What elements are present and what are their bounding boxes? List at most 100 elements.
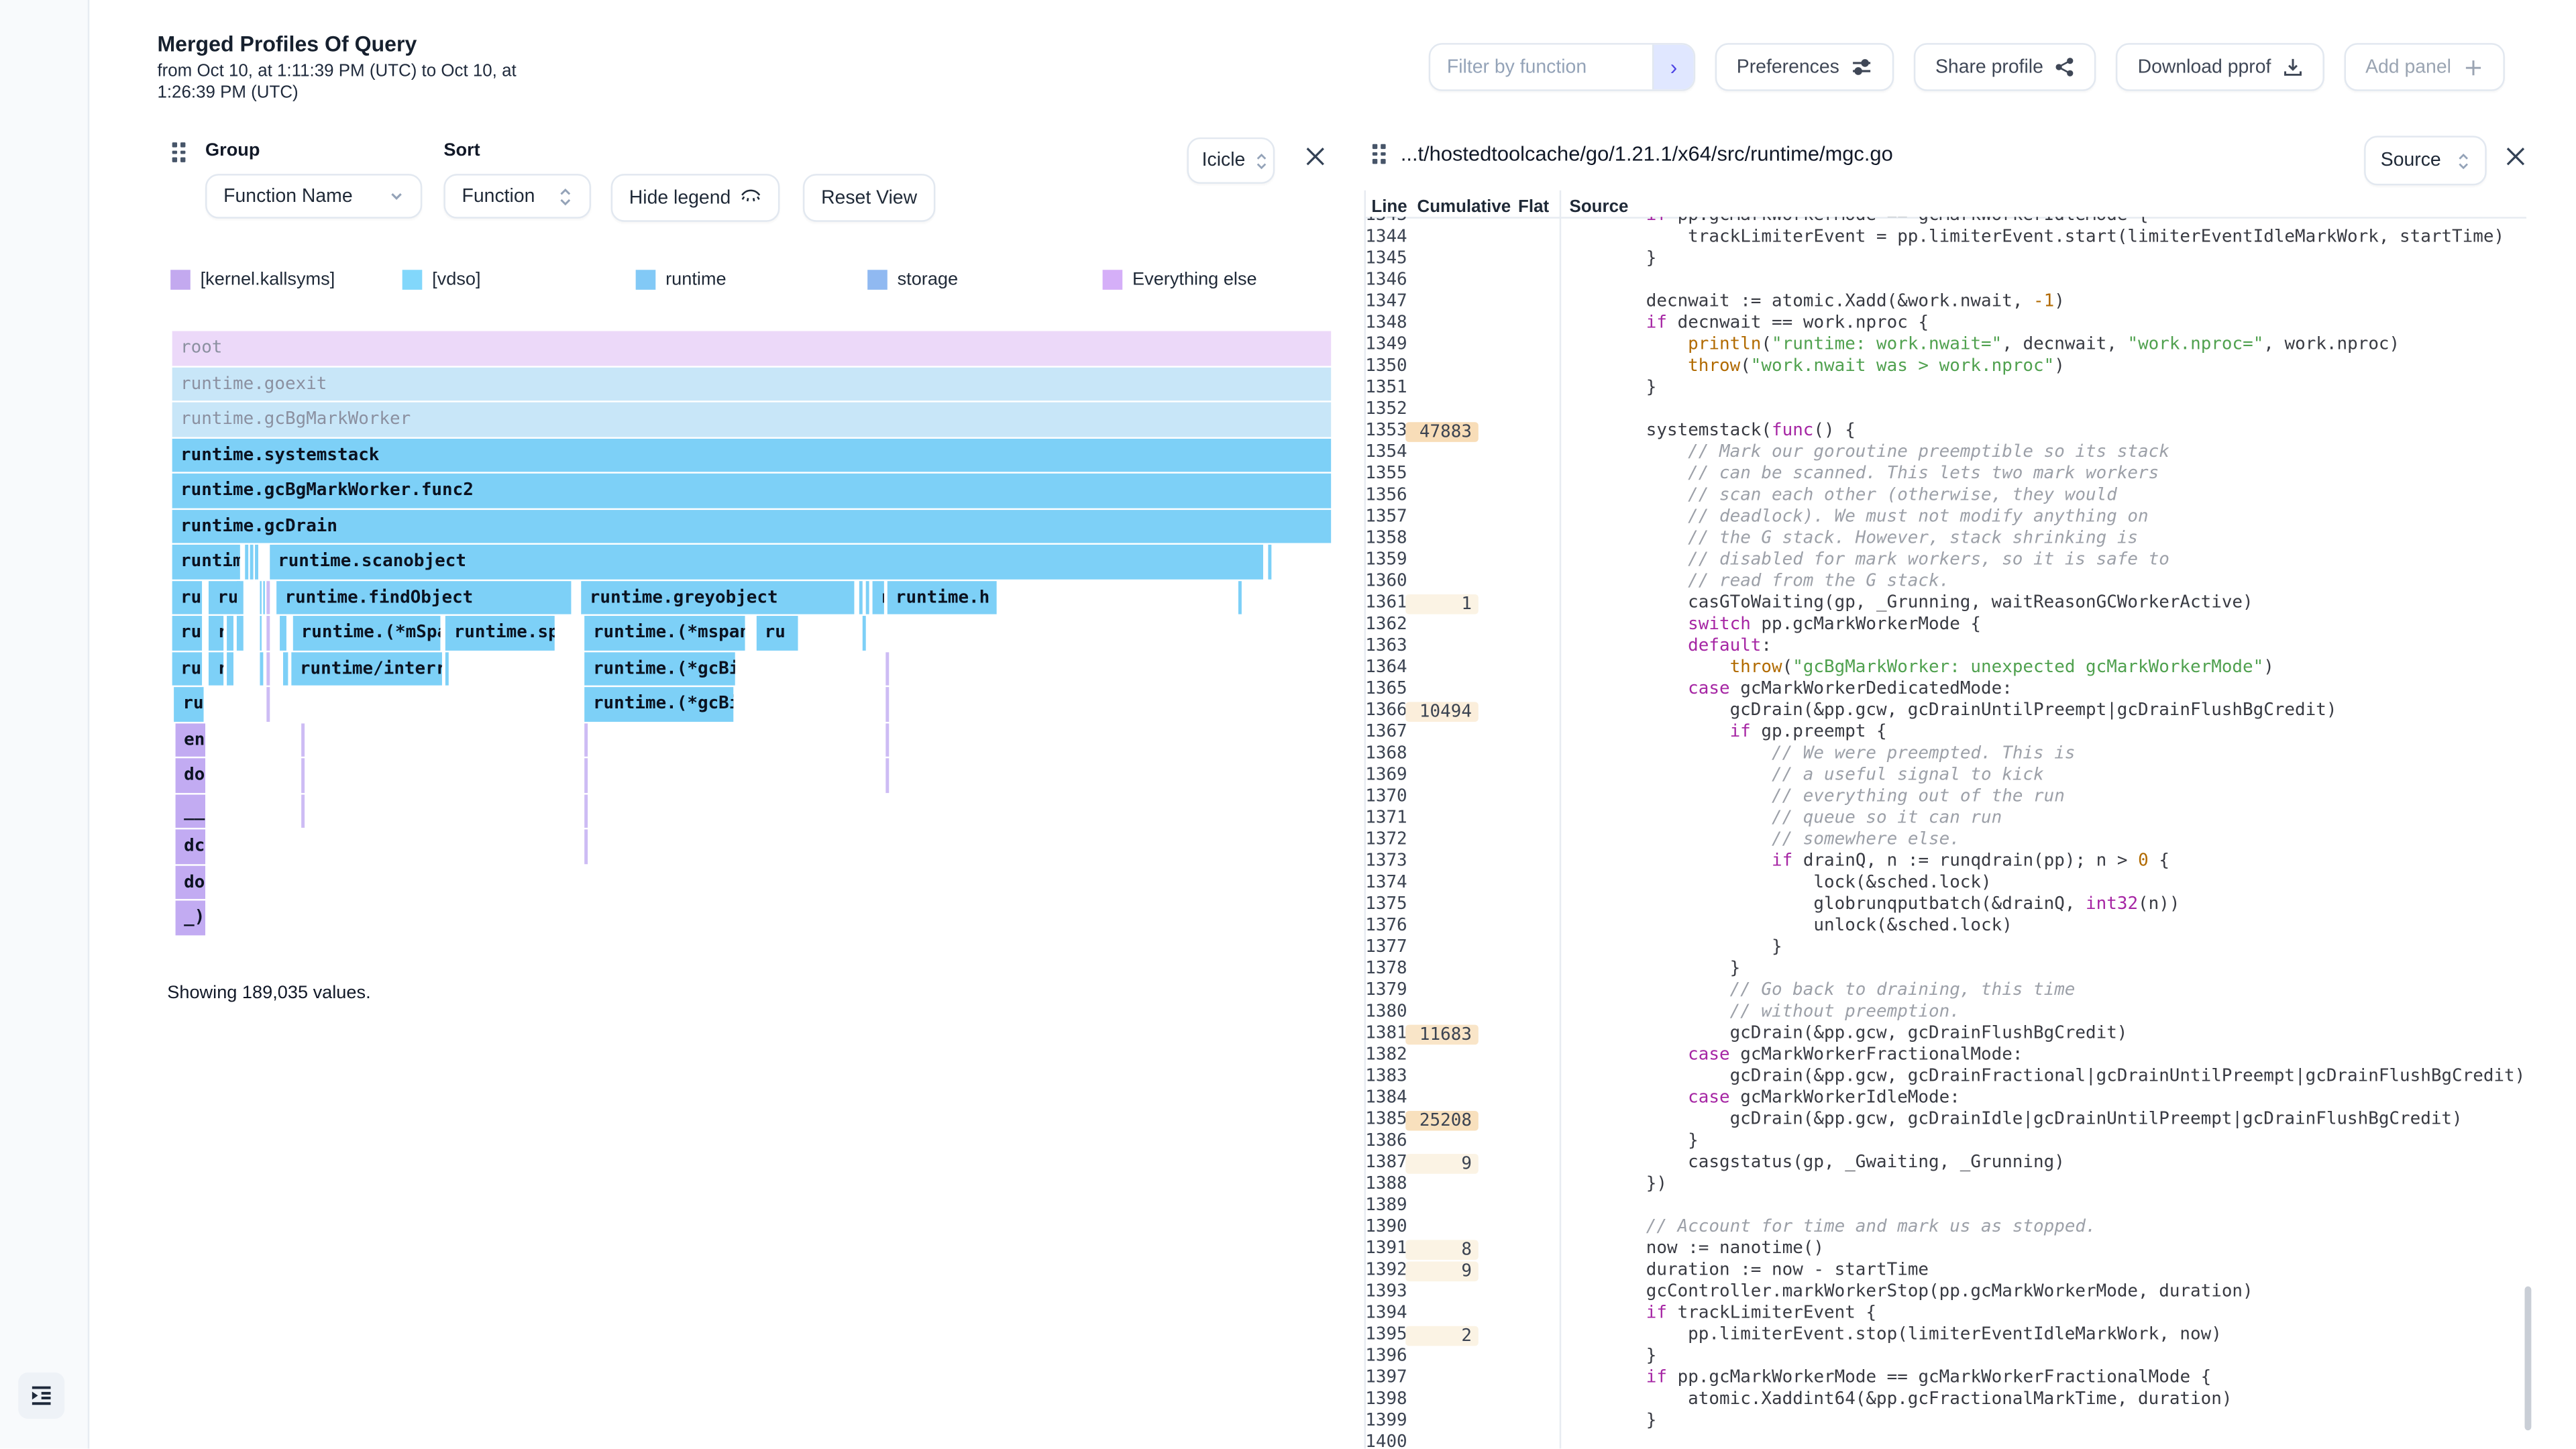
flame-segment[interactable]	[245, 545, 248, 579]
share-profile-button[interactable]: Share profile	[1914, 43, 2096, 91]
flame-segment[interactable]	[280, 616, 286, 650]
legend-item[interactable]: [kernel.kallsyms]	[170, 270, 335, 290]
flame-segment[interactable]	[886, 651, 890, 686]
flame-segment[interactable]: dc	[176, 829, 205, 863]
legend-item[interactable]: runtime	[636, 270, 727, 290]
code-text: unlock(&sched.lock)	[1604, 916, 2012, 937]
add-panel-button[interactable]: Add panel	[2344, 43, 2504, 91]
flame-segment[interactable]: ru	[756, 616, 798, 650]
flame-segment[interactable]	[266, 651, 270, 686]
flame-segment[interactable]	[1267, 545, 1272, 579]
code-line: 1363 default:	[1364, 636, 2533, 657]
panel-drag-handle[interactable]	[172, 142, 186, 162]
flame-segment[interactable]	[282, 651, 288, 686]
flame-segment[interactable]: do	[176, 758, 205, 792]
flame-segment[interactable]	[256, 545, 259, 579]
legend-item[interactable]: [vdso]	[402, 270, 481, 290]
flame-segment[interactable]: runtime.scanobject	[270, 545, 1264, 579]
flame-segment[interactable]	[302, 794, 305, 828]
flame-segment[interactable]: runtime.gcDrain	[172, 509, 1332, 543]
flame-segment[interactable]	[262, 580, 264, 614]
flame-segment[interactable]	[585, 758, 587, 792]
flame-segment[interactable]	[585, 829, 587, 863]
code-line: 1388 })	[1364, 1174, 2533, 1195]
code-text: // Mark our goroutine preemptible so its…	[1604, 442, 2169, 464]
legend-item[interactable]: Everything else	[1103, 270, 1257, 290]
flame-segment[interactable]: r	[209, 651, 223, 686]
flame-segment[interactable]	[585, 794, 587, 828]
flame-segment[interactable]: en	[176, 722, 205, 757]
flame-segment[interactable]	[266, 616, 270, 650]
flame-segment[interactable]	[886, 722, 889, 757]
flame-segment[interactable]: __	[176, 794, 205, 828]
flame-segment[interactable]	[886, 758, 889, 792]
flame-segment[interactable]: runtime/interr	[292, 651, 443, 686]
view-mode-select[interactable]: Source	[2364, 136, 2487, 185]
flame-segment[interactable]	[259, 580, 261, 614]
flame-segment[interactable]: run	[172, 616, 201, 650]
line-number: 1383	[1364, 1066, 1407, 1087]
flame-segment[interactable]	[227, 616, 233, 650]
flame-segment[interactable]: root	[172, 331, 1332, 366]
flame-segment[interactable]	[266, 580, 270, 614]
flame-segment[interactable]: runtime.sp	[445, 616, 554, 650]
flame-segment[interactable]: runtime.goexit	[172, 367, 1332, 401]
sort-select[interactable]: Function	[443, 174, 591, 219]
flame-segment[interactable]	[250, 545, 253, 579]
flame-segment[interactable]	[227, 651, 233, 686]
flame-segment[interactable]	[267, 687, 270, 721]
flame-segment[interactable]: runtime.gcBgMarkWorker.func2	[172, 474, 1332, 508]
flame-segment[interactable]	[886, 687, 890, 721]
vertical-scrollbar-thumb[interactable]	[2525, 1287, 2531, 1431]
expand-sidebar-button[interactable]	[18, 1373, 64, 1419]
flame-segment[interactable]: ru	[209, 580, 241, 614]
download-pprof-button[interactable]: Download pprof	[2116, 43, 2324, 91]
close-panel-icon[interactable]	[1305, 146, 1328, 169]
flame-segment[interactable]	[1238, 580, 1242, 614]
preferences-button[interactable]: Preferences	[1715, 43, 1894, 91]
code-text: // queue so it can run	[1604, 808, 2002, 829]
hide-legend-button[interactable]: Hide legend	[611, 174, 781, 222]
flame-segment[interactable]: run	[172, 651, 201, 686]
flame-segment[interactable]: runtime.(*mspan	[585, 616, 745, 650]
flame-segment[interactable]: ru	[174, 687, 203, 721]
flame-segment[interactable]: do	[176, 865, 205, 899]
flame-segment[interactable]	[237, 580, 244, 614]
flame-segment[interactable]: _)	[176, 901, 205, 935]
flame-segment[interactable]: runtime.findObject	[276, 580, 571, 614]
flame-segment[interactable]	[866, 580, 869, 614]
reset-view-button[interactable]: Reset View	[803, 174, 935, 222]
flame-segment[interactable]: r	[872, 580, 885, 614]
graph-type-select[interactable]: Icicle	[1187, 138, 1275, 184]
code-text: case gcMarkWorkerIdleMode:	[1604, 1087, 1960, 1109]
code-line: 138525208 gcDrain(&pp.gcw, gcDrainIdle|g…	[1364, 1109, 2533, 1130]
flame-segment[interactable]: runtime.(*gcBit	[585, 651, 736, 686]
flame-segment[interactable]	[259, 616, 261, 650]
flame-segment[interactable]	[259, 651, 262, 686]
panel-drag-handle[interactable]	[1373, 144, 1386, 164]
filter-submit-button[interactable]: ›	[1652, 45, 1694, 90]
code-line: 1348 if decnwait == work.nproc {	[1364, 313, 2533, 334]
flame-segment[interactable]: r	[209, 616, 224, 650]
flame-segment[interactable]	[302, 722, 305, 757]
flame-segment[interactable]	[859, 580, 862, 614]
flame-segment[interactable]: runtime.gcBgMarkWorker	[172, 402, 1332, 437]
flame-segment[interactable]	[585, 722, 587, 757]
flame-segment[interactable]: runtime.greyobject	[581, 580, 855, 614]
code-text: if pp.gcMarkWorkerMode == gcMarkWorkerId…	[1604, 216, 2148, 227]
flame-segment[interactable]: run	[172, 580, 201, 614]
flame-segment[interactable]: runtime.h	[888, 580, 998, 614]
code-line: 1370 // everything out of the run	[1364, 786, 2533, 808]
legend-item[interactable]: storage	[867, 270, 958, 290]
flame-segment[interactable]: runtime.systemstack	[172, 438, 1332, 472]
flame-segment[interactable]	[237, 616, 243, 650]
flame-segment[interactable]	[862, 616, 865, 650]
close-panel-icon[interactable]	[2505, 146, 2528, 169]
flame-segment[interactable]: runtime.(*gcBi	[585, 687, 735, 721]
flame-segment[interactable]	[445, 651, 449, 686]
group-select[interactable]: Function Name	[205, 174, 422, 219]
filter-input[interactable]	[1430, 45, 1652, 90]
flame-segment[interactable]	[302, 758, 305, 792]
flame-segment[interactable]: runtime.(*mSpa	[292, 616, 441, 650]
flame-segment[interactable]: runtim	[172, 545, 239, 579]
